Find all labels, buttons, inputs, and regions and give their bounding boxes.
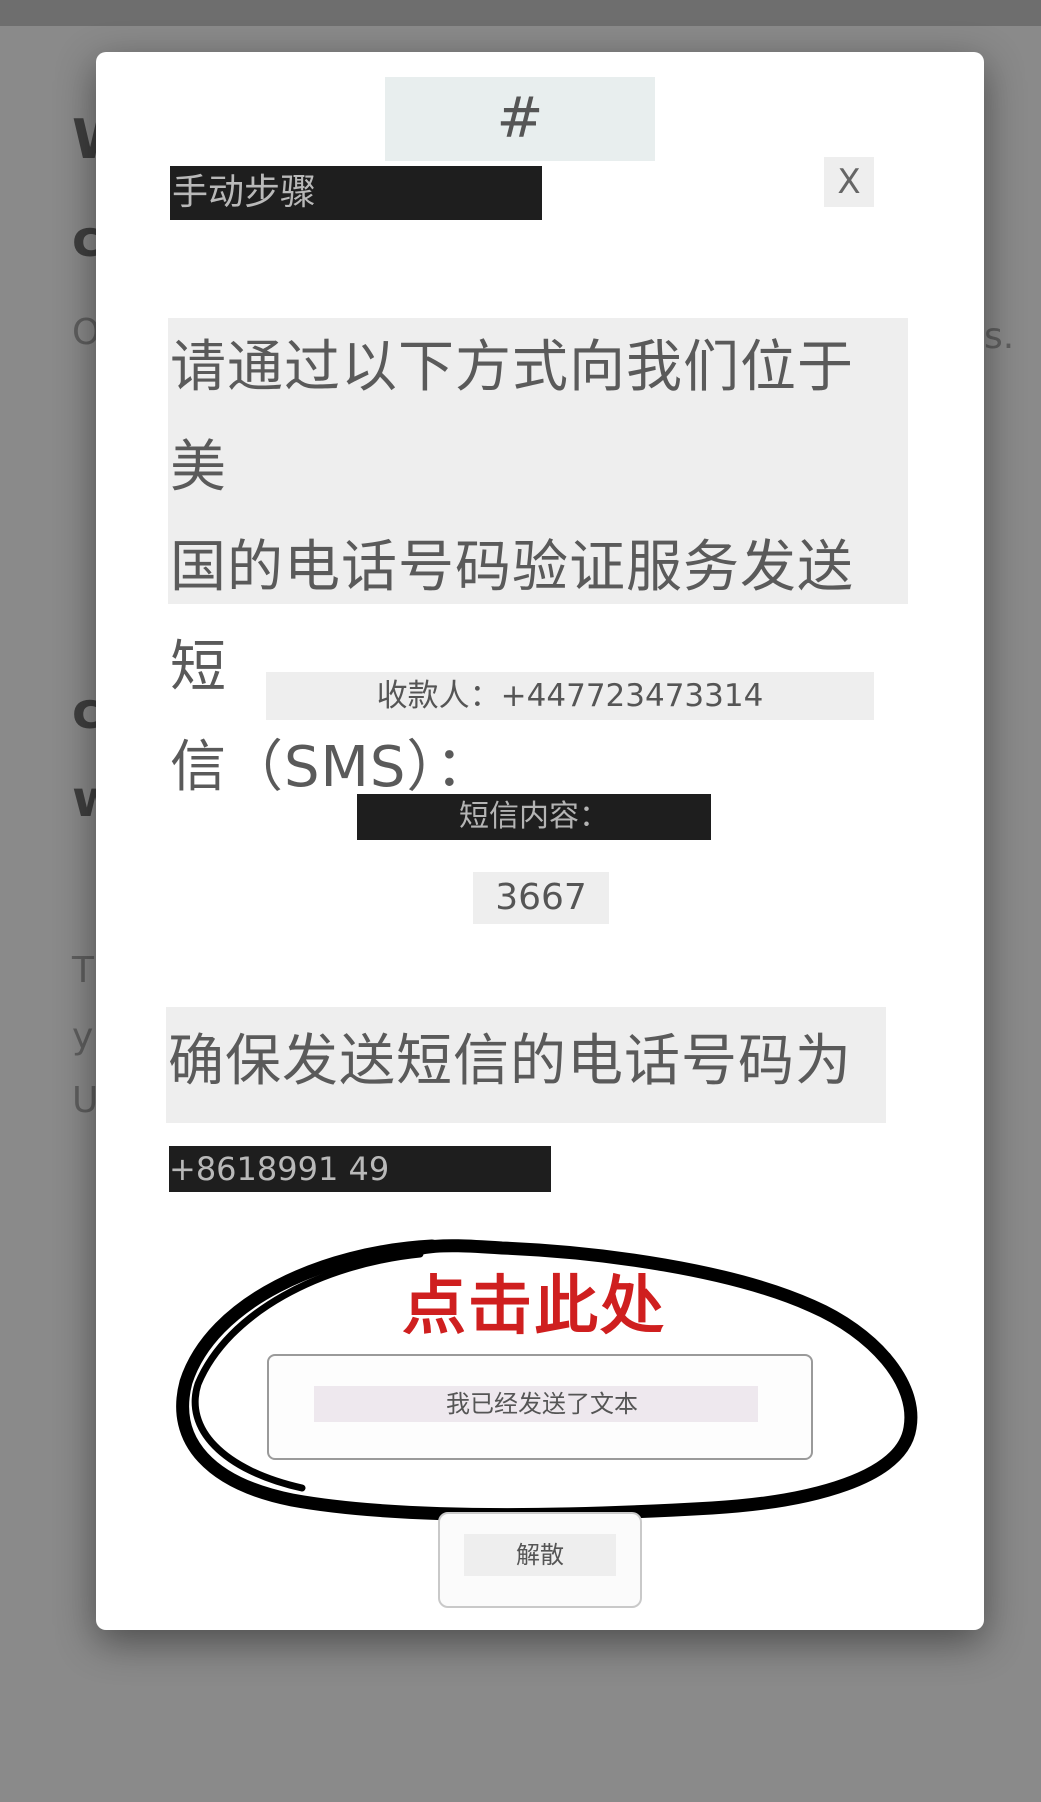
click-here-annotation: 点击此处 — [402, 1270, 666, 1344]
instruction-text: 请通过以下方式向我们位于美 国的电话号码验证服务发送短 信（SMS）： — [168, 318, 908, 800]
sent-button-label: 我已经发送了文本 — [446, 1390, 638, 1418]
background-text-fragment: T — [72, 950, 94, 991]
sms-content-label: 短信内容： — [357, 794, 711, 840]
background-top-bar — [0, 0, 1041, 26]
i-sent-text-button[interactable]: 我已经发送了文本 — [267, 1354, 813, 1460]
sms-code: 3667 — [473, 872, 609, 924]
ensure-sender-text: 确保发送短信的电话号码为 — [168, 1029, 852, 1094]
dismiss-button-label: 解散 — [464, 1534, 616, 1576]
manual-steps-dialog: # 手动步骤 X 请通过以下方式向我们位于美 国的电话号码验证服务发送短 信（S… — [96, 52, 984, 1630]
dismiss-button[interactable]: 解散 — [438, 1512, 642, 1608]
recipient-number: 收款人：+447723473314 — [266, 672, 874, 720]
background-text-fragment: s. — [984, 316, 1015, 357]
dialog-title: 手动步骤 — [170, 166, 542, 220]
close-button[interactable]: X — [824, 157, 874, 207]
background-text-fragment: U — [72, 1080, 99, 1121]
sender-phone-number: +8618991 49 — [169, 1146, 551, 1192]
background-text-fragment: y — [72, 1016, 94, 1057]
instruction-line: 请通过以下方式向我们位于美 — [170, 335, 854, 500]
header-symbol: # — [385, 77, 655, 161]
